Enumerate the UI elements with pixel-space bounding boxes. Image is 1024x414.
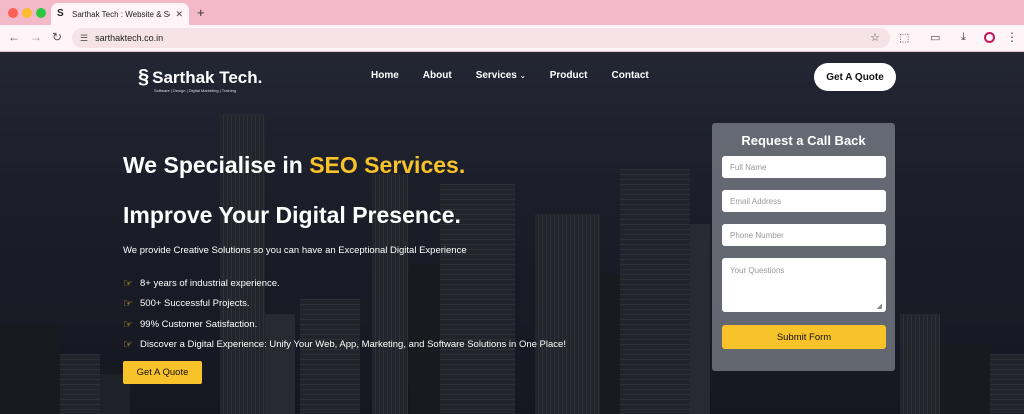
minimize-window-button[interactable] [22,8,32,18]
main-navigation: Home About Services ⌄ Product Contact [371,70,673,81]
hero-quote-button[interactable]: Get A Quote [123,361,202,384]
full-name-input[interactable]: Full Name [722,156,886,178]
questions-placeholder: Your Questions [730,266,785,275]
pointing-hand-icon: ☞ [123,318,133,331]
bookmark-star-icon[interactable]: ☆ [870,31,880,44]
web-page: § Sarthak Tech. Software | Design | Digi… [0,52,1024,414]
maximize-window-button[interactable] [36,8,46,18]
forward-arrow-icon[interactable]: → [30,30,42,44]
nav-about[interactable]: About [423,70,452,81]
logo-text: Sarthak Tech. [152,67,263,87]
resize-handle-icon[interactable]: ◢ [877,302,882,310]
logo-tagline: Software | Design | Digital Marketing | … [154,88,237,93]
hero-heading-highlight: SEO Services. [309,152,466,178]
reload-icon[interactable]: ↻ [52,30,62,44]
close-window-button[interactable] [8,8,18,18]
nav-contact[interactable]: Contact [612,70,649,81]
list-item: ☞ 500+ Successful Projects. [123,298,250,311]
hero-heading: We Specialise in SEO Services. [123,152,465,179]
list-item: ☞ 8+ years of industrial experience. [123,277,280,290]
chevron-down-icon: ⌄ [519,73,526,80]
pointing-hand-icon: ☞ [123,298,133,311]
questions-textarea[interactable]: Your Questions ◢ [722,258,886,312]
profile-avatar-icon[interactable] [984,32,995,43]
nav-services[interactable]: Services ⌄ [476,70,526,81]
address-bar[interactable]: ☰ sarthaktech.co.in ☆ [72,28,890,48]
nav-home[interactable]: Home [371,70,399,81]
submit-form-button[interactable]: Submit Form [722,325,886,349]
browser-window: S Sarthak Tech : Website & Sof ✕ + ← → ↻… [0,0,1024,414]
extensions-icon[interactable]: ⬚ [899,31,909,44]
tab-title: Sarthak Tech : Website & Sof [72,9,171,19]
site-info-icon[interactable]: ☰ [80,33,88,44]
hero-subheading: Improve Your Digital Presence. [123,202,461,228]
header-quote-button[interactable]: Get A Quote [814,63,896,91]
reading-mode-icon[interactable]: ▭ [930,31,940,44]
download-icon[interactable]: ⤓ [961,31,966,44]
pointing-hand-icon: ☞ [123,339,133,352]
tab-strip: S Sarthak Tech : Website & Sof ✕ + [0,0,1024,25]
logo-s-icon: § [138,66,150,88]
site-logo[interactable]: § Sarthak Tech. Software | Design | Digi… [138,66,263,93]
phone-input[interactable]: Phone Number [722,224,886,246]
back-arrow-icon[interactable]: ← [8,30,20,44]
tab-close-icon[interactable]: ✕ [175,9,183,20]
nav-services-label: Services [475,70,517,81]
more-menu-icon[interactable]: ⋮ [1006,30,1018,44]
pointing-hand-icon: ☞ [123,277,133,290]
email-input[interactable]: Email Address [722,190,886,212]
list-item: ☞ Discover a Digital Experience: Unify Yo… [123,339,566,352]
hero-description: We provide Creative Solutions so you can… [123,245,467,256]
browser-toolbar: ← → ↻ ☰ sarthaktech.co.in ☆ ⬚ ▭ ⤓ ⋮ [0,25,1024,52]
callback-form: Request a Call Back Full Name Email Addr… [712,123,895,371]
list-item: ☞ 99% Customer Satisfaction. [123,318,258,331]
hero-heading-prefix: We Specialise in [123,152,310,178]
new-tab-button[interactable]: + [197,5,205,20]
browser-tab[interactable]: S Sarthak Tech : Website & Sof ✕ [51,3,189,25]
nav-product[interactable]: Product [550,70,588,81]
site-favicon-icon: S [57,8,64,19]
form-title: Request a Call Back [741,133,866,148]
url-text[interactable]: sarthaktech.co.in [95,33,163,43]
feature-list: ☞ 8+ years of industrial experience. ☞ 500… [123,273,566,355]
